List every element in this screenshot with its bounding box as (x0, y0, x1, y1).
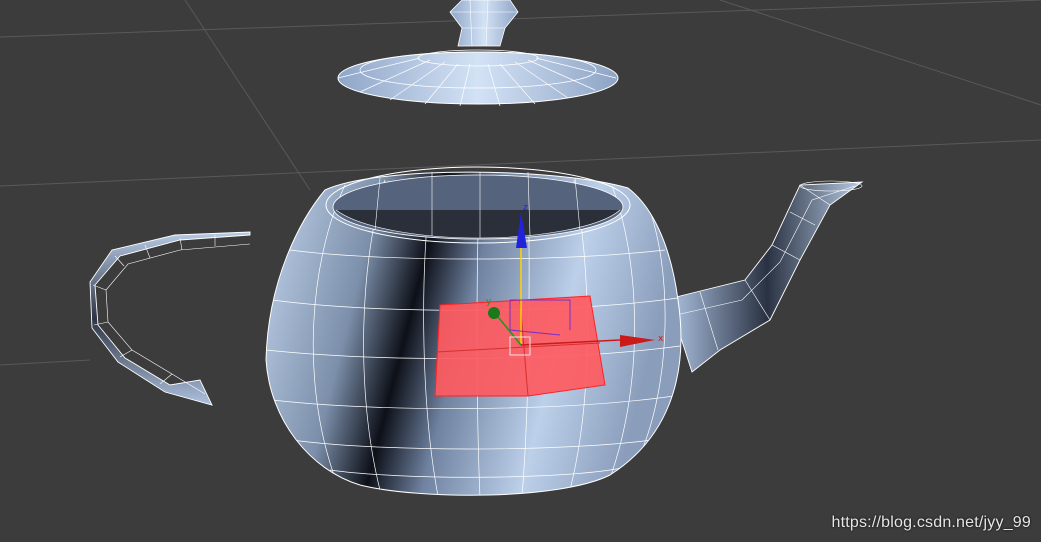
gizmo-y-label: y (486, 297, 492, 307)
teapot-spout[interactable] (671, 180, 864, 373)
selected-faces[interactable] (434, 295, 606, 397)
gizmo-y-arrow (488, 307, 500, 319)
teapot-lid[interactable] (337, 0, 619, 107)
watermark: https://blog.csdn.net/jyy_99 (831, 514, 1031, 531)
grid-line (0, 0, 1041, 38)
viewport-3d[interactable]: z x y https://blog.csdn.net/jyy_99 (0, 0, 1041, 542)
grid-line (719, 0, 1041, 106)
teapot-handle[interactable] (89, 231, 251, 406)
grid-line (0, 359, 91, 366)
gizmo-x-label: x (658, 334, 664, 344)
viewport-canvas[interactable]: z x y (0, 0, 1041, 542)
gizmo-z-label: z (523, 203, 528, 213)
